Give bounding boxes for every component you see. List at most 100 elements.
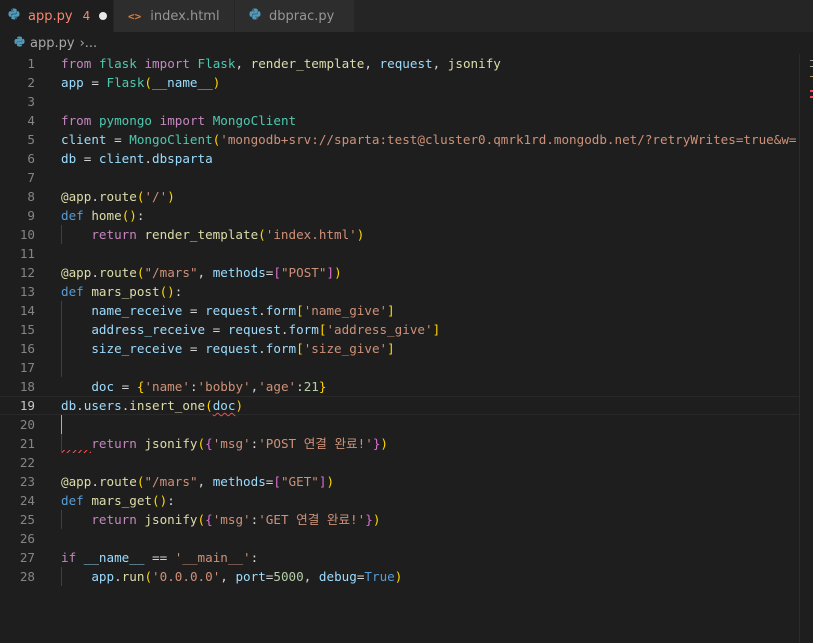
code-text: return jsonify({'msg':'GET 연결 완료!'}) xyxy=(61,510,380,529)
code-token: __name__ xyxy=(83,550,145,565)
vertical-scrollbar[interactable] xyxy=(799,54,813,643)
code-line[interactable]: 24 def mars_get(): xyxy=(0,491,800,510)
code-token: [ xyxy=(296,303,304,318)
code-line[interactable]: 6 db = client.dbsparta xyxy=(0,149,800,168)
code-token: ( xyxy=(258,227,266,242)
tab-app-py[interactable]: app.py 4 xyxy=(0,0,113,32)
code-line[interactable]: 7 xyxy=(0,168,800,187)
editor-tab-bar: app.py 4 <> index.html dbprac.py xyxy=(0,0,813,32)
code-line[interactable]: 26 xyxy=(0,529,800,548)
breadcrumb-more[interactable]: ... xyxy=(85,36,97,51)
code-line[interactable]: 5 client = MongoClient('mongodb+srv://spa… xyxy=(0,130,800,149)
code-text: db.users.insert_one(doc) xyxy=(61,397,243,414)
code-line[interactable]: 28 app.run('0.0.0.0', port=5000, debug=T… xyxy=(0,567,800,586)
code-token: MongoClient xyxy=(129,132,213,147)
code-token: 'address_give' xyxy=(326,322,433,337)
code-line[interactable]: 4 from pymongo import MongoClient xyxy=(0,111,800,130)
code-text: @app.route('/') xyxy=(61,187,175,206)
code-token: == xyxy=(144,550,175,565)
code-token: ) xyxy=(394,569,403,584)
code-token: 'name_give' xyxy=(303,303,388,318)
tab-dbprac-py[interactable]: dbprac.py xyxy=(234,0,354,32)
code-token: 'POST 연결 완료!' xyxy=(258,436,373,451)
code-token: Flask xyxy=(106,75,145,90)
code-token: import xyxy=(159,113,206,128)
tab-label: index.html xyxy=(150,8,220,24)
code-line[interactable]: 25 return jsonify({'msg':'GET 연결 완료!'}) xyxy=(0,510,800,529)
code-line[interactable]: 11 xyxy=(0,244,800,263)
code-text: def mars_get(): xyxy=(61,491,175,510)
code-line[interactable]: 21 return jsonify({'msg':'POST 연결 완료!'}) xyxy=(0,434,800,453)
code-token: route xyxy=(98,189,137,204)
code-token: render_template xyxy=(144,227,259,242)
code-line[interactable]: 23 @app.route("/mars", methods=["GET"]) xyxy=(0,472,800,491)
code-token: debug xyxy=(318,569,357,584)
tab-index-html[interactable]: <> index.html xyxy=(113,0,234,32)
code-text: name_receive = request.form['name_give'] xyxy=(61,301,394,320)
breadcrumb: app.py › ... xyxy=(0,32,813,54)
code-token: @app xyxy=(61,474,92,489)
code-line[interactable]: 10 return render_template('index.html') xyxy=(0,225,800,244)
code-line[interactable]: 15 address_receive = request.form['addre… xyxy=(0,320,800,339)
code-token: } xyxy=(365,512,373,527)
code-line[interactable]: 14 name_receive = request.form['name_giv… xyxy=(0,301,800,320)
code-token: . xyxy=(91,474,99,489)
unsaved-dot-icon[interactable] xyxy=(99,12,108,20)
line-number: 16 xyxy=(19,341,35,356)
code-line[interactable]: 3 xyxy=(0,92,800,111)
python-icon xyxy=(249,8,261,24)
code-token: "/mars" xyxy=(144,265,198,280)
code-line[interactable]: 20 xyxy=(0,415,800,434)
code-token: 5000 xyxy=(273,569,304,584)
code-token: 'name' xyxy=(144,379,190,394)
code-token: home xyxy=(91,208,122,223)
code-line[interactable]: 12 @app.route("/mars", methods=["POST"]) xyxy=(0,263,800,282)
code-line[interactable]: 9 def home(): xyxy=(0,206,800,225)
problem-count-badge: 4 xyxy=(82,9,91,23)
indent-guide xyxy=(61,567,62,586)
line-number: 9 xyxy=(27,208,35,223)
code-line[interactable]: 18 doc = {'name':'bobby','age':21} xyxy=(0,377,800,396)
code-token: { xyxy=(205,436,213,451)
code-token: dbsparta xyxy=(152,151,213,166)
code-line[interactable]: 1 from flask import Flask, render_templat… xyxy=(0,54,800,73)
code-line[interactable]: 13 def mars_post(): xyxy=(0,282,800,301)
code-token: 'msg' xyxy=(212,436,251,451)
code-token: users xyxy=(83,398,122,413)
code-token: route xyxy=(98,265,137,280)
code-editor[interactable]: 1 from flask import Flask, render_templat… xyxy=(0,54,813,643)
line-number: 13 xyxy=(19,284,35,299)
code-token: ( xyxy=(144,569,153,584)
code-token: , xyxy=(220,569,236,584)
code-text: app.run('0.0.0.0', port=5000, debug=True… xyxy=(61,567,402,586)
tab-label: app.py xyxy=(28,8,73,24)
code-line[interactable]: 22 xyxy=(0,453,800,472)
code-token: form xyxy=(265,303,297,318)
breadcrumb-file[interactable]: app.py xyxy=(30,36,75,51)
code-token: ( xyxy=(205,398,213,413)
code-token: 'mongodb+srv://sparta:test@cluster0.qmrk… xyxy=(220,132,797,147)
code-line[interactable]: 19 db.users.insert_one(doc) xyxy=(0,396,800,415)
code-line[interactable]: 8 @app.route('/') xyxy=(0,187,800,206)
code-token: client xyxy=(98,151,145,166)
code-token: ( xyxy=(197,512,206,527)
text-cursor xyxy=(61,415,62,434)
code-line[interactable]: 2 app = Flask(__name__) xyxy=(0,73,800,92)
code-token: [ xyxy=(273,474,281,489)
error-squiggle xyxy=(61,450,91,453)
code-text: def mars_post(): xyxy=(61,282,182,301)
code-line[interactable]: 27 if __name__ == '__main__': xyxy=(0,548,800,567)
code-line[interactable]: 16 size_receive = request.form['size_giv… xyxy=(0,339,800,358)
code-line[interactable]: 17 xyxy=(0,358,800,377)
code-text: def home(): xyxy=(61,206,144,225)
indent-guide xyxy=(61,301,62,377)
code-token: . xyxy=(144,151,153,166)
code-token: . xyxy=(258,341,266,356)
